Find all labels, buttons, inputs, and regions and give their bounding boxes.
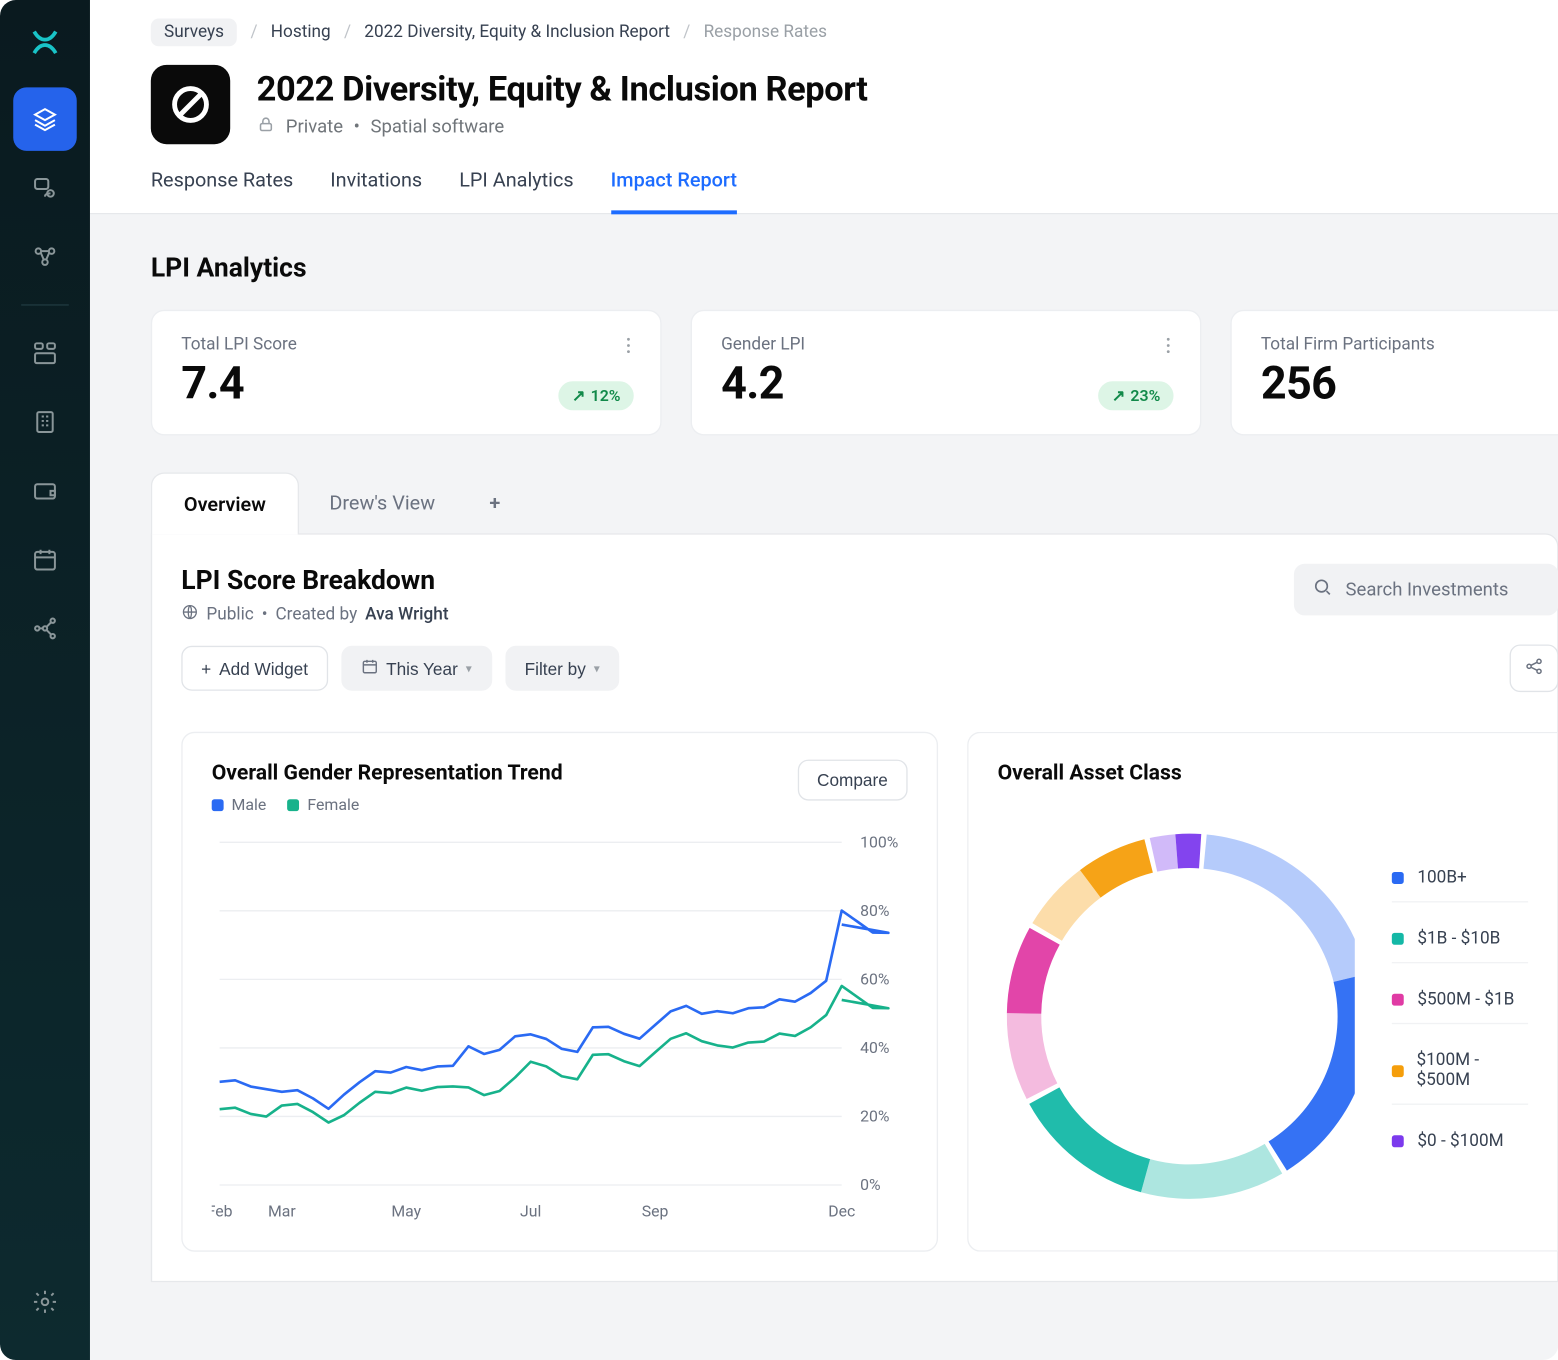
section-title: LPI Analytics xyxy=(151,251,1558,283)
widget-title: Overall Gender Representation Trend xyxy=(212,759,563,784)
gender-trend-widget: Overall Gender Representation Trend Male… xyxy=(181,732,938,1252)
report-icon xyxy=(151,65,230,144)
nav-share[interactable] xyxy=(13,597,77,661)
nav-calendar[interactable] xyxy=(13,528,77,592)
share-button[interactable] xyxy=(1510,644,1558,692)
page-title: 2022 Diversity, Equity & Inclusion Repor… xyxy=(257,70,868,110)
svg-text:May: May xyxy=(391,1201,421,1220)
legend-item: $500M - $1B xyxy=(1392,990,1528,1024)
more-icon[interactable] xyxy=(618,335,639,361)
nav-wallet[interactable] xyxy=(13,459,77,523)
asset-class-widget: Overall Asset Class 100B+ $1B - $10B $500M… xyxy=(967,732,1557,1252)
arrow-up-icon: ↗ xyxy=(1112,386,1125,405)
search-input[interactable]: Search Investments xyxy=(1294,564,1558,616)
legend-item: $1B - $10B xyxy=(1392,929,1528,963)
breadcrumb-current: Response Rates xyxy=(704,22,827,42)
stat-cards: Total LPI Score 7.4 ↗ 12% Gender LPI 4.2… xyxy=(151,310,1558,436)
svg-text:40%: 40% xyxy=(860,1038,889,1057)
stat-label: Total LPI Score xyxy=(181,335,631,355)
svg-text:20%: 20% xyxy=(860,1107,889,1126)
line-chart: 0% 20% 40% 60% 80% 100% Feb Mar May Jul Sep Dec xyxy=(212,822,908,1232)
breadcrumb-item-1[interactable]: 2022 Diversity, Equity & Inclusion Repor… xyxy=(364,22,670,42)
legend-item: $0 - $100M xyxy=(1392,1131,1528,1164)
nav-settings[interactable] xyxy=(13,1270,77,1334)
app-logo xyxy=(24,21,66,63)
timeframe-button[interactable]: This Year ▾ xyxy=(341,646,491,691)
donut-chart xyxy=(998,824,1356,1208)
widget-title: Overall Asset Class xyxy=(998,759,1529,784)
calendar-icon xyxy=(361,658,378,679)
tab-lpi-analytics[interactable]: LPI Analytics xyxy=(459,160,573,213)
page-tabs: Response Rates Invitations LPI Analytics… xyxy=(90,160,1558,214)
breadcrumb-item-0[interactable]: Hosting xyxy=(271,22,331,42)
main-content: Surveys / Hosting / 2022 Diversity, Equi… xyxy=(90,0,1558,1360)
nav-building[interactable] xyxy=(13,390,77,454)
lock-icon xyxy=(257,115,276,139)
svg-text:0%: 0% xyxy=(860,1175,880,1194)
svg-text:80%: 80% xyxy=(860,901,889,920)
nav-layers[interactable] xyxy=(13,87,77,151)
stat-card-gender-lpi: Gender LPI 4.2 ↗ 23% xyxy=(691,310,1202,436)
chevron-down-icon: ▾ xyxy=(466,661,472,676)
stat-card-total-lpi: Total LPI Score 7.4 ↗ 12% xyxy=(151,310,662,436)
donut-legend: 100B+ $1B - $10B $500M - $1B $100M - $500M $… xyxy=(1392,868,1528,1164)
nav-network[interactable] xyxy=(13,225,77,289)
trend-badge: ↗ 12% xyxy=(559,381,634,410)
svg-text:Jul: Jul xyxy=(520,1201,541,1220)
stat-label: Gender LPI xyxy=(721,335,1171,355)
sidebar xyxy=(0,0,90,1360)
tab-response-rates[interactable]: Response Rates xyxy=(151,160,293,213)
chevron-down-icon: ▾ xyxy=(594,661,600,676)
plus-icon: + xyxy=(201,658,211,678)
breakdown-title: LPI Score Breakdown xyxy=(181,564,448,596)
compare-button[interactable]: Compare xyxy=(797,759,907,800)
created-prefix: Created by xyxy=(275,605,357,625)
breakdown-panel: LPI Score Breakdown Public • Created by … xyxy=(151,533,1558,1282)
panel-tabs: Overview Drew's View + xyxy=(151,472,1558,534)
svg-text:60%: 60% xyxy=(860,969,889,988)
tab-impact-report[interactable]: Impact Report xyxy=(611,160,737,214)
svg-text:Sep: Sep xyxy=(642,1201,669,1220)
panel-tab-drews-view[interactable]: Drew's View xyxy=(298,472,467,534)
search-placeholder: Search Investments xyxy=(1345,579,1508,600)
breadcrumb: Surveys / Hosting / 2022 Diversity, Equi… xyxy=(90,19,1558,65)
svg-text:Dec: Dec xyxy=(828,1201,855,1220)
stat-card-participants: Total Firm Participants 256 xyxy=(1230,310,1558,436)
stat-label: Total Firm Participants xyxy=(1261,335,1558,355)
legend-item: 100B+ xyxy=(1392,868,1528,902)
search-icon xyxy=(1312,577,1332,602)
panel-tab-overview[interactable]: Overview xyxy=(151,472,299,534)
stat-value: 256 xyxy=(1261,357,1558,410)
panel-tab-add[interactable]: + xyxy=(466,472,525,534)
nav-users[interactable] xyxy=(13,156,77,220)
category-label: Spatial software xyxy=(370,116,504,137)
breakdown-author[interactable]: Ava Wright xyxy=(365,605,448,625)
more-icon[interactable] xyxy=(1158,335,1179,361)
nav-dashboard[interactable] xyxy=(13,321,77,385)
trend-badge: ↗ 23% xyxy=(1099,381,1174,410)
arrow-up-icon: ↗ xyxy=(572,386,585,405)
visibility-label: Private xyxy=(286,116,343,137)
svg-text:Feb: Feb xyxy=(212,1201,233,1220)
svg-text:100%: 100% xyxy=(860,832,898,851)
globe-icon xyxy=(181,603,198,625)
svg-text:Mar: Mar xyxy=(268,1201,296,1220)
legend-item: $100M - $500M xyxy=(1392,1050,1528,1104)
filter-button[interactable]: Filter by ▾ xyxy=(505,646,620,691)
breakdown-visibility: Public xyxy=(206,605,253,625)
tab-invitations[interactable]: Invitations xyxy=(330,160,422,213)
add-widget-button[interactable]: + Add Widget xyxy=(181,646,328,691)
legend: Male Female xyxy=(212,795,563,814)
breadcrumb-root[interactable]: Surveys xyxy=(151,19,237,47)
